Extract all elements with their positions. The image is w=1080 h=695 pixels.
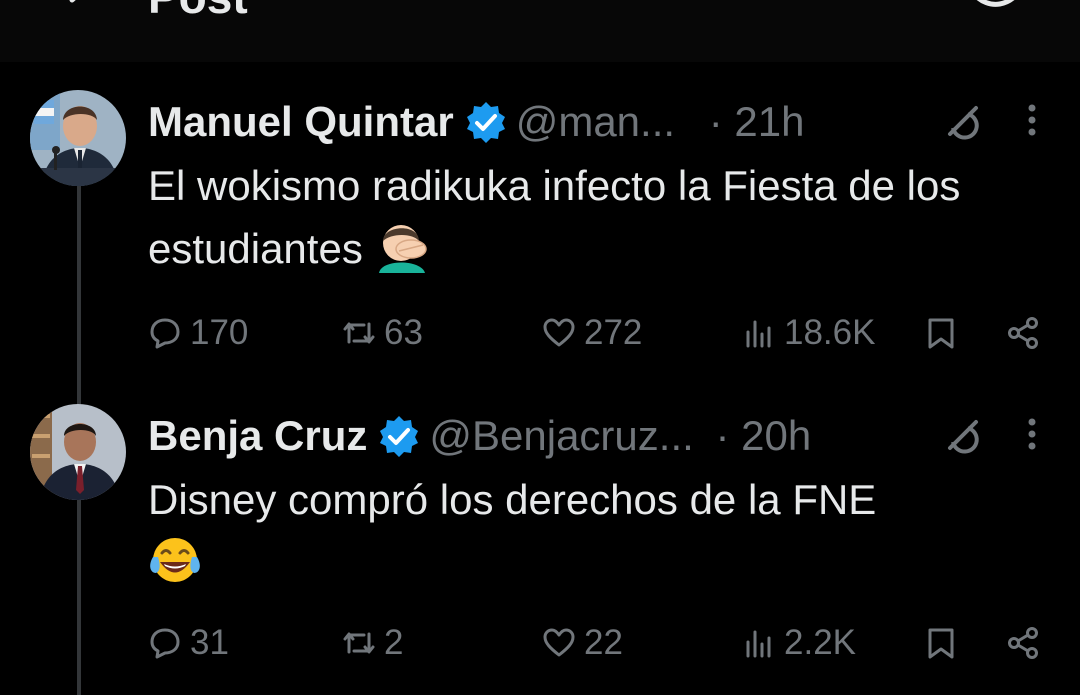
reply-count: 31	[190, 623, 229, 662]
like-button[interactable]: 22	[542, 618, 623, 668]
verified-badge-icon	[380, 416, 419, 457]
post-text-content: El wokismo radikuka infecto la Fiesta de…	[148, 162, 961, 272]
views-chart-icon	[746, 320, 771, 348]
author-name[interactable]: Manuel Quintar	[148, 98, 454, 145]
bookmark-button[interactable]	[924, 618, 958, 668]
bookmark-button[interactable]	[924, 308, 958, 358]
author-handle[interactable]: @Benjacruz...	[429, 412, 693, 459]
post-text-content: Disney compró los derechos de la FNE	[148, 476, 877, 523]
post-time[interactable]: · 21h	[709, 98, 805, 145]
repost-button[interactable]: 63	[342, 308, 423, 358]
reply-button[interactable]: 170	[148, 308, 248, 358]
views-chart-icon	[746, 630, 771, 658]
back-arrow-icon[interactable]	[62, 0, 102, 18]
views-count: 2.2K	[784, 623, 856, 662]
heart-icon	[543, 628, 575, 657]
more-options-icon[interactable]	[1026, 102, 1038, 138]
views-count: 18.6K	[784, 313, 876, 352]
bookmark-icon	[928, 318, 954, 349]
reply-icon	[150, 318, 180, 349]
avatar[interactable]	[30, 404, 126, 500]
post-header: Benja Cruz @Benjacruz... · 20h	[148, 406, 1058, 466]
repost-icon	[343, 632, 375, 654]
like-count: 22	[584, 623, 623, 662]
bookmark-icon	[928, 628, 954, 659]
reply-count: 170	[190, 313, 249, 352]
post-time[interactable]: · 20h	[715, 412, 811, 459]
like-count: 272	[584, 313, 643, 352]
grok-icon[interactable]	[968, 0, 1028, 16]
views-button[interactable]: 18.6K	[742, 308, 875, 358]
post-header: Manuel Quintar @man... · 21h	[148, 92, 1058, 152]
repost-count: 2	[384, 623, 404, 662]
verified-badge-icon	[466, 102, 505, 143]
reply-icon	[150, 628, 180, 659]
top-bar: Post	[0, 0, 1080, 62]
page-title: Post	[148, 0, 248, 24]
author-handle[interactable]: @man...	[516, 98, 675, 145]
share-icon	[1008, 627, 1038, 659]
post-text: El wokismo radikuka infecto la Fiesta de…	[148, 154, 1048, 280]
post-actions: 31 2 22 2.2K	[0, 618, 1080, 668]
share-button[interactable]	[1006, 618, 1040, 668]
author-name[interactable]: Benja Cruz	[148, 412, 367, 459]
avatar[interactable]	[30, 90, 126, 186]
grok-explain-icon[interactable]	[942, 102, 982, 142]
repost-count: 63	[384, 313, 423, 352]
heart-icon	[543, 318, 575, 347]
views-button[interactable]: 2.2K	[742, 618, 856, 668]
share-icon	[1008, 317, 1038, 349]
post-text: Disney compró los derechos de la FNE	[148, 468, 1048, 594]
like-button[interactable]: 272	[542, 308, 642, 358]
repost-icon	[343, 322, 375, 344]
tears-of-joy-emoji-icon	[150, 538, 200, 582]
post-actions: 170 63 272 18.6K	[0, 308, 1080, 358]
share-button[interactable]	[1006, 308, 1040, 358]
reply-button[interactable]: 31	[148, 618, 229, 668]
repost-button[interactable]: 2	[342, 618, 403, 668]
grok-explain-icon[interactable]	[942, 416, 982, 456]
face-palm-emoji-icon	[378, 225, 427, 273]
more-options-icon[interactable]	[1026, 416, 1038, 452]
